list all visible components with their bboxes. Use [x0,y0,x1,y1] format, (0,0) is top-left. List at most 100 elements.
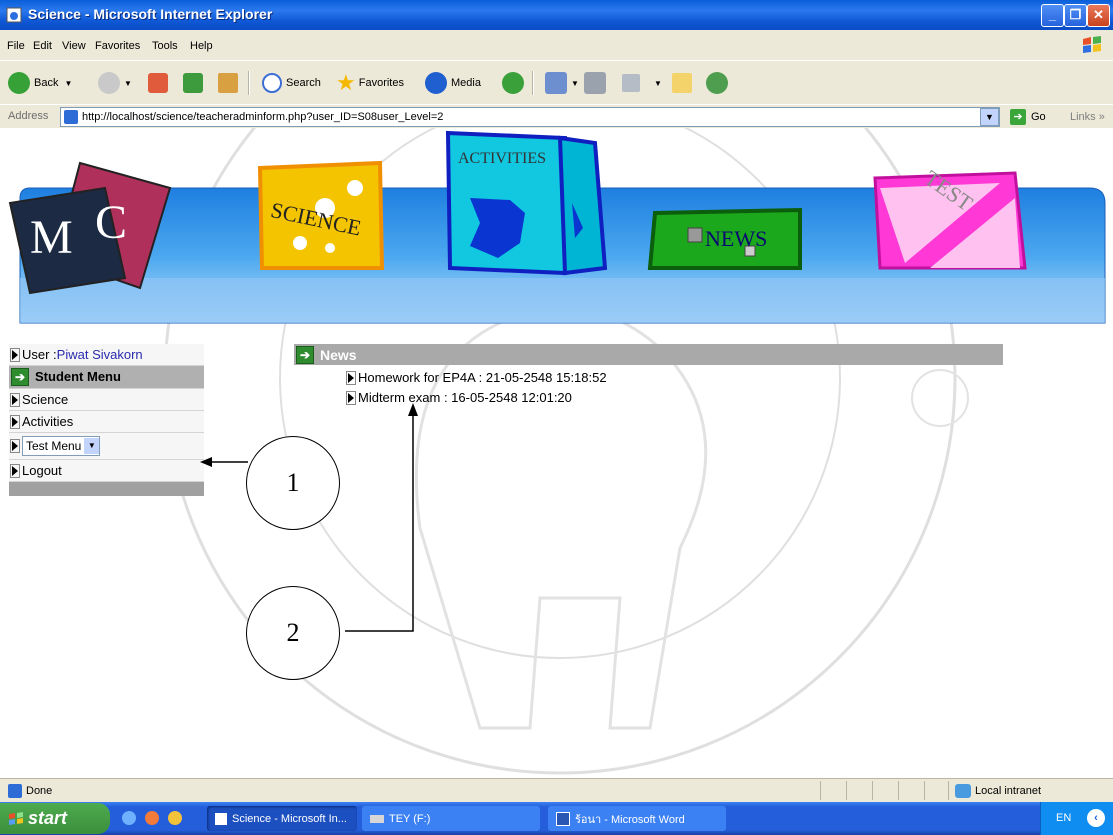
history-button[interactable] [502,71,528,95]
back-label: Back [34,77,59,89]
security-zone: Local intranet [955,784,1041,798]
links-label: Links [1070,111,1096,123]
start-button[interactable]: start [0,803,110,834]
test-nav-box[interactable]: TEST [873,165,1027,270]
green-arrow-icon: ➔ [296,345,314,364]
intranet-icon [955,784,971,798]
menu-item-activities[interactable]: Activities [9,411,204,433]
taskbar: start Science - Microsoft In... TEY (F:)… [0,802,1113,835]
science-nav-box[interactable]: SCIENCE [257,160,385,270]
annotation-circle-2: 2 [246,586,340,680]
search-label: Search [286,77,321,89]
address-bar: Address http://localhost/science/teacher… [0,104,1113,129]
language-indicator[interactable]: EN [1056,812,1071,824]
refresh-button[interactable] [183,71,207,95]
svg-text:M: M [30,211,73,264]
firefox-quicklaunch-icon[interactable] [145,811,159,825]
activities-nav-box[interactable]: ACTIVITIES [445,130,608,276]
news-item-label: Midterm exam : 16-05-2548 12:01:20 [358,390,572,405]
menu-file[interactable]: File [7,40,25,52]
menu-item-science-label: Science [22,391,69,407]
task-ie-label: Science - Microsoft In... [232,812,347,825]
menu-view[interactable]: View [62,40,86,52]
user-label: User : [22,346,57,362]
news-item[interactable]: Midterm exam : 16-05-2548 12:01:20 [345,390,572,405]
menu-tools[interactable]: Tools [152,40,178,52]
menu-item-logout[interactable]: Logout [9,460,204,482]
task-ie[interactable]: Science - Microsoft In... [207,806,357,831]
forward-button[interactable]: ▼ [98,71,132,95]
media-quicklaunch-icon[interactable] [168,811,182,825]
search-icon [262,73,282,93]
address-dropdown-button[interactable]: ▼ [980,108,999,126]
maximize-button[interactable]: ❐ [1064,4,1087,27]
menu-help[interactable]: Help [190,40,213,52]
user-row: User : Piwat Sivakorn [9,344,204,366]
news-header-label: News [320,346,357,363]
test-menu-select[interactable]: Test Menu ▼ [22,436,101,456]
refresh-icon [183,73,203,93]
ie-page-icon [6,7,22,23]
chevron-down-icon: ▼ [654,78,662,88]
stop-button[interactable] [148,71,172,95]
user-name-link[interactable]: Piwat Sivakorn [57,345,143,365]
system-tray: EN ‹ [1040,802,1113,835]
task-word[interactable]: ร้อนา - Microsoft Word [548,806,726,831]
ie-quicklaunch-icon[interactable] [122,811,136,825]
go-button[interactable]: ➔ Go [1010,109,1046,125]
chevron-down-icon: ▼ [124,78,132,88]
address-input[interactable]: http://localhost/science/teacheradminfor… [60,107,1000,127]
menu-edit[interactable]: Edit [33,40,52,52]
status-bar: Done Local intranet [0,778,1113,803]
task-drive[interactable]: TEY (F:) [362,806,540,831]
print-button[interactable] [584,71,610,95]
news-nav-box[interactable]: NEWS [647,207,802,270]
back-button[interactable]: Back ▼ [8,71,72,95]
student-menu-header: ➔ Student Menu [9,366,204,389]
chevron-down-icon: ▼ [84,438,100,454]
menu-favorites[interactable]: Favorites [95,40,140,52]
arrow-right-icon [10,347,20,362]
activities-label: ACTIVITIES [458,150,546,167]
menu-item-science[interactable]: Science [9,389,204,411]
zone-text: Local intranet [975,785,1042,797]
edit-button[interactable]: ▼ [622,71,662,95]
task-drive-label: TEY (F:) [389,812,431,825]
address-label: Address [8,110,49,122]
media-label: Media [451,77,481,89]
mail-button[interactable]: ▼ [545,71,579,95]
start-label: start [28,808,68,828]
menu-item-logout-label: Logout [22,462,62,478]
page-icon [8,784,22,798]
title-bar: Science - Microsoft Internet Explorer _ … [0,0,1113,30]
left-menu: User : Piwat Sivakorn ➔ Student Menu Sci… [9,344,204,496]
print-icon [584,72,606,94]
ie-page-icon [215,812,227,825]
drive-icon [370,814,384,823]
discuss-button[interactable] [672,71,696,95]
arrow-right-icon [10,414,20,429]
window-title: Science - Microsoft Internet Explorer [28,6,273,22]
minimize-button[interactable]: _ [1041,4,1064,27]
favorites-button[interactable]: ★ Favorites [336,70,404,95]
close-button[interactable]: ✕ [1087,4,1110,27]
home-icon [218,73,238,93]
mail-icon [545,72,567,94]
news-item[interactable]: Homework for EP4A : 21-05-2548 15:18:52 [345,370,607,385]
status-done: Done [8,784,52,798]
student-menu-label: Student Menu [35,369,121,384]
arrow-right-icon [10,463,20,478]
folder-icon [672,73,692,93]
annotation-circle-1: 1 [246,436,340,530]
tray-arrow-icon[interactable]: ‹ [1087,809,1105,827]
arrow-right-icon [10,439,20,453]
green-arrow-icon: ➔ [11,368,29,386]
site-banner: M C SCIENCE ACTIVITIES NEWS TEST [8,130,1106,324]
media-button[interactable]: Media [425,71,481,95]
home-button[interactable] [218,71,242,95]
search-button[interactable]: Search [262,71,321,95]
test-menu-selected: Test Menu [26,439,82,453]
windows-flag-icon [9,812,23,825]
messenger-button[interactable] [706,71,732,95]
links-button[interactable]: Links » [1070,111,1105,123]
